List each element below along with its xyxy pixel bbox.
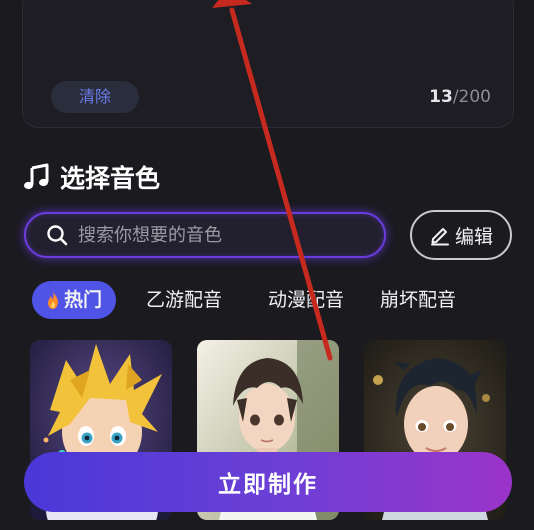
edit-button[interactable]: 编辑: [410, 210, 512, 260]
edit-label: 编辑: [454, 225, 493, 248]
search-input[interactable]: [78, 224, 358, 246]
tab-anime-dubbing[interactable]: 动漫配音: [252, 281, 360, 319]
pencil-icon: [430, 228, 449, 246]
category-tabs: 热门 乙游配音 动漫配音 崩坏配音: [32, 280, 534, 320]
tab-honkai-dubbing[interactable]: 崩坏配音: [364, 281, 472, 319]
counter-max: 200: [458, 87, 491, 107]
make-now-button[interactable]: 立即制作: [24, 452, 512, 512]
section-header: 选择音色: [22, 160, 160, 194]
tab-otome-dubbing[interactable]: 乙游配音: [130, 281, 238, 319]
text-input-panel[interactable]: 清除 13/200: [22, 0, 514, 128]
section-title: 选择音色: [60, 164, 161, 193]
tab-label: 热门: [64, 289, 103, 311]
fire-icon: [48, 291, 58, 309]
counter-current: 13: [429, 87, 453, 107]
voice-search-box[interactable]: [24, 212, 386, 258]
clear-button[interactable]: 清除: [51, 81, 139, 113]
music-note-icon: [24, 163, 49, 190]
search-icon: [47, 225, 68, 246]
character-counter: 13/200: [429, 87, 491, 107]
tab-hot[interactable]: 热门: [32, 281, 117, 319]
